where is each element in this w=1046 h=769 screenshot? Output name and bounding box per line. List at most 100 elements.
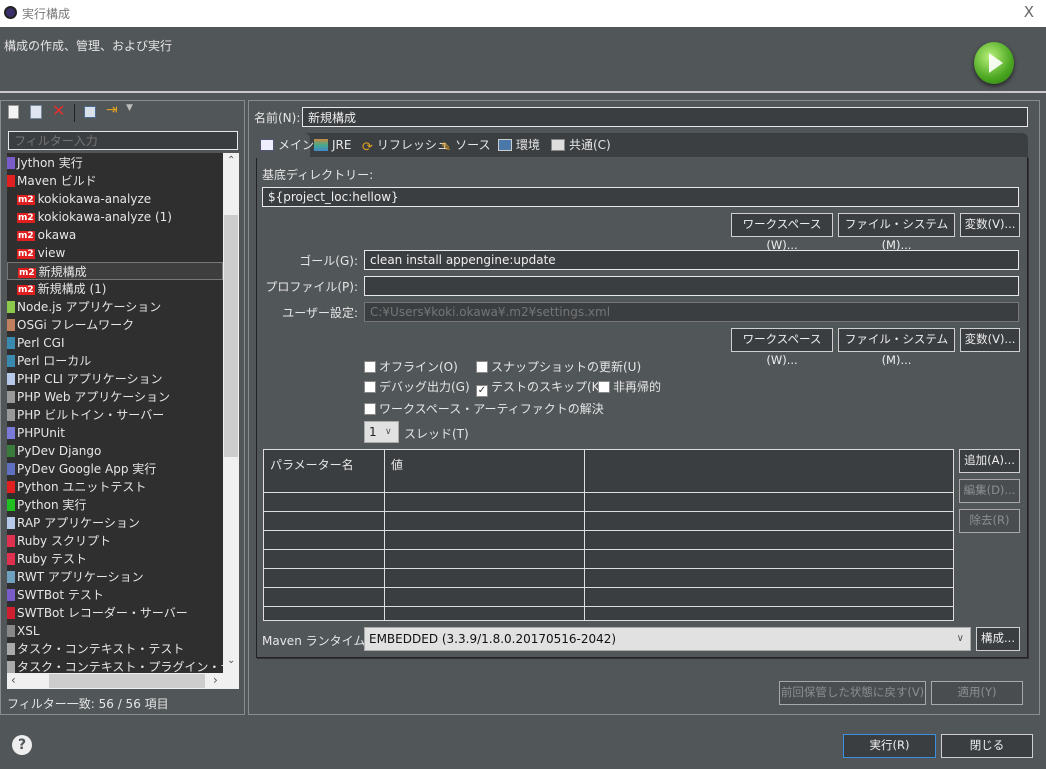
filter-icon[interactable]: ⇥ bbox=[106, 102, 118, 118]
tree-item-label: PHP Web アプリケーション bbox=[17, 390, 171, 404]
tree-item-label: RAP アプリケーション bbox=[17, 516, 140, 530]
collapse-all-icon[interactable] bbox=[84, 106, 96, 118]
tree-item[interactable]: XSL bbox=[7, 622, 223, 640]
checkbox-box bbox=[598, 381, 610, 393]
scroll-down-icon[interactable]: ⌄ bbox=[227, 655, 235, 666]
tree-item-label: Perl ローカル bbox=[17, 354, 92, 368]
param-header-name[interactable]: パラメーター名 bbox=[270, 456, 354, 473]
workspace-button-2[interactable]: ワークスペース(W)... bbox=[731, 328, 833, 367]
tree-item-label: PHP ビルトイン・サーバー bbox=[17, 408, 165, 422]
tree-horizontal-scrollbar[interactable]: ‹ › bbox=[7, 673, 239, 689]
maven-config-icon: m2 bbox=[17, 213, 35, 223]
tree-item[interactable]: Python ユニットテスト bbox=[7, 478, 223, 496]
tree-item-label: OSGi フレームワーク bbox=[17, 318, 135, 332]
tree-item[interactable]: m2 新規構成 (1) bbox=[7, 280, 223, 298]
run-button[interactable]: 実行(R) bbox=[843, 734, 936, 758]
goal-label: ゴール(G): bbox=[299, 254, 358, 268]
tree-item[interactable]: Python 実行 bbox=[7, 496, 223, 514]
tree-item[interactable]: SWTBot テスト bbox=[7, 586, 223, 604]
goal-input[interactable] bbox=[364, 250, 1019, 270]
update-snapshots-checkbox[interactable]: スナップショットの更新(U) bbox=[476, 358, 641, 375]
name-input[interactable] bbox=[302, 107, 1028, 127]
variables-button[interactable]: 変数(V)... bbox=[960, 213, 1020, 237]
row-divider bbox=[264, 511, 953, 512]
tree-item[interactable]: Perl ローカル bbox=[7, 352, 223, 370]
base-dir-input[interactable] bbox=[262, 187, 1019, 207]
tree-item[interactable]: Node.js アプリケーション bbox=[7, 298, 223, 316]
tree-item[interactable]: PHP Web アプリケーション bbox=[7, 388, 223, 406]
filesystem-button-2[interactable]: ファイル・システム(M)... bbox=[838, 328, 955, 367]
tree-item[interactable]: PHPUnit bbox=[7, 424, 223, 442]
tree-item[interactable]: PyDev Google App 実行 bbox=[7, 460, 223, 478]
tab-source[interactable]: ✎ ソース bbox=[441, 133, 490, 157]
tab-refresh[interactable]: ⟳ リフレッシュ bbox=[362, 133, 449, 157]
revert-button[interactable]: 前回保管した状態に戻す(V) bbox=[779, 681, 926, 705]
tree-item[interactable]: m2 kokiokawa-analyze bbox=[7, 190, 223, 208]
tree-item[interactable]: m2 view bbox=[7, 244, 223, 262]
osgi-icon bbox=[7, 319, 15, 331]
tab-jre[interactable]: JRE bbox=[314, 133, 351, 157]
tree-item[interactable]: SWTBot レコーダー・サーバー bbox=[7, 604, 223, 622]
tree-item[interactable]: Perl CGI bbox=[7, 334, 223, 352]
edit-parameter-button[interactable]: 編集(D)... bbox=[959, 479, 1020, 503]
tab-main[interactable]: メイン bbox=[260, 133, 314, 157]
workspace-button[interactable]: ワークスペース(W)... bbox=[731, 213, 833, 252]
offline-checkbox[interactable]: オフライン(O) bbox=[364, 358, 458, 375]
skip-tests-checkbox[interactable]: ✓ テストのスキップ(K) bbox=[476, 378, 604, 397]
tree-item[interactable]: Ruby テスト bbox=[7, 550, 223, 568]
config-tree: Jython 実行 Maven ビルド m2 kokiokawa-analyze m2 k… bbox=[7, 153, 223, 673]
maven-config-icon: m2 bbox=[17, 231, 35, 241]
header-description: 構成の作成、管理、および実行 bbox=[4, 39, 173, 53]
tree-item[interactable]: Maven ビルド bbox=[7, 172, 223, 190]
tab-label: 環境 bbox=[516, 138, 541, 152]
close-icon[interactable]: X bbox=[1024, 3, 1034, 21]
close-button[interactable]: 閉じる bbox=[941, 734, 1033, 758]
tree-item[interactable]: m2 新規構成 bbox=[7, 262, 223, 280]
scroll-up-icon[interactable]: ⌃ bbox=[227, 155, 235, 166]
param-header-value[interactable]: 値 bbox=[391, 456, 403, 473]
tree-item[interactable]: タスク・コンテキスト・プラグイン・テスト bbox=[7, 658, 223, 673]
runtime-select[interactable]: EMBEDDED (3.3.9/1.8.0.20170516-2042) ∨ bbox=[364, 627, 971, 651]
user-settings-input[interactable] bbox=[364, 302, 1019, 322]
remove-parameter-button[interactable]: 除去(R) bbox=[959, 509, 1020, 533]
tree-item[interactable]: PyDev Django bbox=[7, 442, 223, 460]
filter-input[interactable] bbox=[8, 131, 238, 150]
apply-button[interactable]: 適用(Y) bbox=[931, 681, 1023, 705]
tree-vertical-scrollbar[interactable]: ⌃ ⌄ bbox=[223, 153, 239, 673]
tree-item[interactable]: Ruby スクリプト bbox=[7, 532, 223, 550]
filesystem-button[interactable]: ファイル・システム(M)... bbox=[838, 213, 955, 252]
tree-item[interactable]: RWT アプリケーション bbox=[7, 568, 223, 586]
debug-output-checkbox[interactable]: デバッグ出力(G) bbox=[364, 378, 470, 395]
duplicate-icon[interactable] bbox=[30, 105, 42, 119]
chevron-down-icon[interactable]: ▼ bbox=[126, 103, 133, 113]
phpunit-icon bbox=[7, 427, 15, 439]
python-unittest-icon bbox=[7, 481, 15, 493]
resolve-workspace-checkbox[interactable]: ワークスペース・アーティファクトの解決 bbox=[364, 400, 604, 417]
tree-item[interactable]: PHP CLI アプリケーション bbox=[7, 370, 223, 388]
new-config-icon[interactable] bbox=[8, 105, 19, 119]
task-icon bbox=[7, 643, 15, 655]
tree-item[interactable]: PHP ビルトイン・サーバー bbox=[7, 406, 223, 424]
tree-item[interactable]: m2 kokiokawa-analyze (1) bbox=[7, 208, 223, 226]
non-recursive-checkbox[interactable]: 非再帰的 bbox=[598, 378, 661, 395]
tree-item[interactable]: Jython 実行 bbox=[7, 154, 223, 172]
tree-item[interactable]: m2 okawa bbox=[7, 226, 223, 244]
configure-runtime-button[interactable]: 構成... bbox=[976, 627, 1020, 651]
tab-environment[interactable]: 環境 bbox=[498, 133, 540, 157]
tree-item[interactable]: タスク・コンテキスト・テスト bbox=[7, 640, 223, 658]
threads-select[interactable]: 1 ∨ bbox=[364, 421, 399, 443]
scroll-thumb[interactable] bbox=[224, 215, 238, 457]
tree-item[interactable]: RAP アプリケーション bbox=[7, 514, 223, 532]
scroll-left-icon[interactable]: ‹ bbox=[11, 673, 16, 687]
delete-icon[interactable]: ✕ bbox=[52, 101, 65, 120]
tree-item[interactable]: OSGi フレームワーク bbox=[7, 316, 223, 334]
help-icon[interactable]: ? bbox=[12, 735, 32, 755]
parameters-table[interactable]: パラメーター名 値 bbox=[263, 449, 954, 621]
scroll-right-icon[interactable]: › bbox=[213, 673, 218, 687]
variables-button-2[interactable]: 変数(V)... bbox=[960, 328, 1020, 352]
scroll-thumb-h[interactable] bbox=[49, 674, 205, 688]
tab-common[interactable]: 共通(C) bbox=[551, 133, 611, 157]
maven-config-icon: m2 bbox=[18, 268, 36, 278]
profile-input[interactable] bbox=[364, 276, 1019, 296]
add-parameter-button[interactable]: 追加(A)... bbox=[959, 449, 1020, 473]
